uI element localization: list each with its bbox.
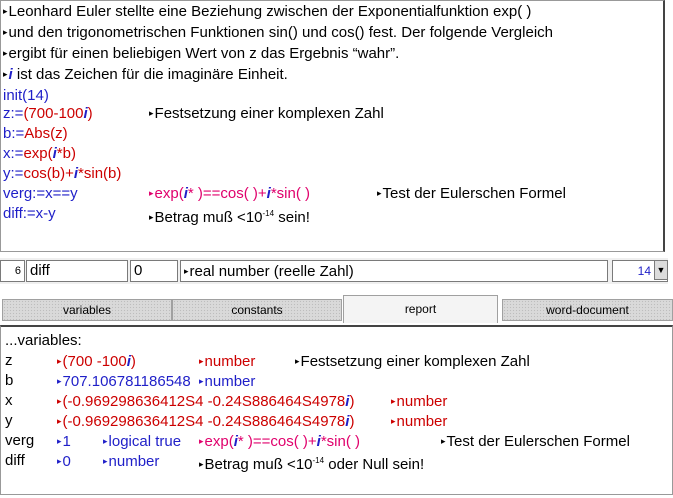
diff-comment: ▸Betrag muß <10-14 sein! (149, 209, 310, 226)
report-value-verg: ▸1 (57, 433, 71, 450)
report-value-z: ▸(700 -100i) (57, 353, 136, 370)
report-value-y: ▸(-0.969298636412S4 -0.24S886464S4978i) (57, 413, 355, 430)
intro-line-4: ▸i ist das Zeichen für die imaginäre Ein… (3, 66, 288, 83)
report-comment-diff: ▸Betrag muß <10-14 oder Null sein! (199, 456, 425, 473)
y-definition[interactable]: y:=cos(b)+i*sin(b) (3, 163, 121, 184)
report-name-z: z (5, 352, 13, 369)
verg-definition[interactable]: verg:=x==y (3, 183, 78, 204)
verg-comment: ▸Test der Eulerschen Formel (377, 185, 566, 202)
z-definition[interactable]: z:=(700-100i) (3, 103, 93, 124)
b-definition[interactable]: b:=Abs(z) (3, 123, 68, 144)
report-comment-verg: ▸Test der Eulerschen Formel (441, 433, 630, 450)
type-field: ▸real number (reelle Zahl) (180, 260, 608, 282)
z-comment: ▸Festsetzung einer komplexen Zahl (149, 105, 384, 122)
tab-variables[interactable]: variables (2, 299, 172, 321)
evaluation-bar: 6 diff 0 ▸real number (reelle Zahl) 14 ▼ (0, 258, 668, 284)
report-value-b: ▸707.106781186548 (57, 373, 191, 390)
value-field[interactable]: 0 (130, 260, 178, 282)
tab-report[interactable]: report (343, 295, 498, 323)
intro-line-1: ▸Leonhard Euler stellte eine Beziehung z… (3, 3, 532, 20)
x-definition[interactable]: x:=exp(i*b) (3, 143, 76, 164)
tab-word-document[interactable]: word-document (502, 299, 673, 321)
chevron-down-icon[interactable]: ▼ (654, 260, 668, 280)
report-header: ...variables: (5, 332, 82, 349)
report-name-x: x (5, 392, 13, 409)
report-value-diff: ▸0 (57, 453, 71, 470)
tab-constants[interactable]: constants (172, 299, 342, 321)
report-type-verg: ▸logical true (103, 433, 182, 450)
report-name-b: b (5, 372, 14, 389)
line-number-field: 6 (0, 260, 25, 282)
report-name-y: y (5, 412, 13, 429)
verg-formula: ▸exp(i* )==cos( )+i*sin( ) (149, 185, 311, 202)
intro-line-2: ▸und den trigonometrischen Funktionen si… (3, 24, 553, 41)
report-type-b: ▸number (199, 373, 256, 390)
report-panel[interactable]: ...variables: z ▸(700 -100i) ▸number ▸Fe… (0, 325, 673, 495)
report-value-x: ▸(-0.969298636412S4 -0.24S886464S4978i) (57, 393, 355, 410)
report-name-verg: verg (5, 432, 35, 449)
tab-bar: variables constants report word-document (0, 295, 673, 325)
intro-line-3: ▸ergibt für einen beliebigen Wert von z … (3, 45, 400, 62)
diff-definition[interactable]: diff:=x-y (3, 203, 56, 224)
report-formula-verg: ▸exp(i* )==cos( )+i*sin( ) (199, 433, 361, 450)
report-type-diff: ▸number (103, 453, 160, 470)
report-comment-z: ▸Festsetzung einer komplexen Zahl (295, 353, 530, 370)
report-type-z: ▸number (199, 353, 256, 370)
report-type-x: ▸number (391, 393, 448, 410)
formula-editor[interactable]: ▸Leonhard Euler stellte eine Beziehung z… (0, 0, 665, 252)
report-name-diff: diff (5, 452, 25, 469)
report-type-y: ▸number (391, 413, 448, 430)
variable-name-field[interactable]: diff (26, 260, 128, 282)
